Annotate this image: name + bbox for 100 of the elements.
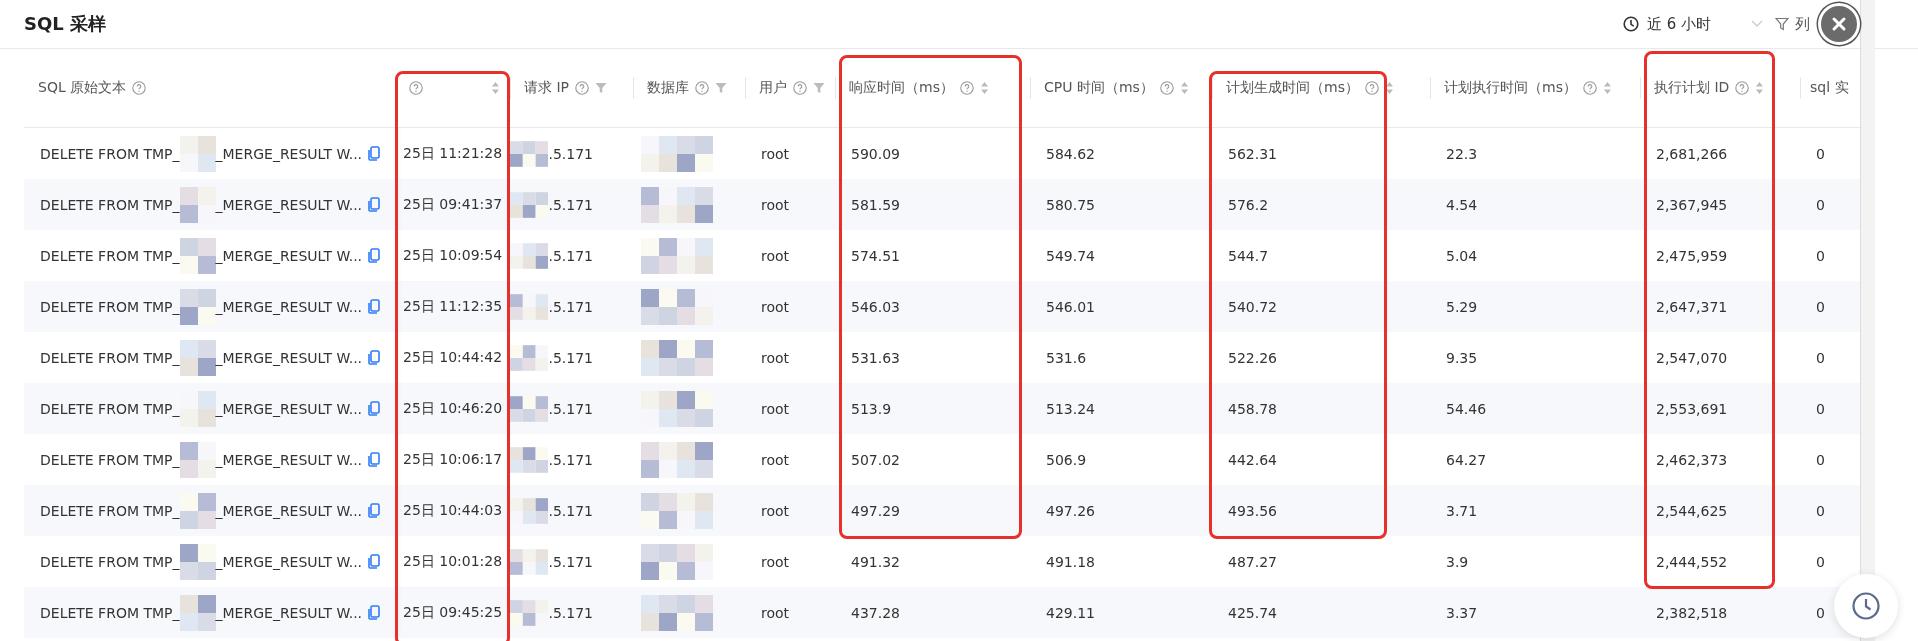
table-cell: root	[761, 451, 790, 468]
help-icon[interactable]	[959, 81, 974, 95]
sql-text: DELETE FROM TMP_	[40, 604, 180, 621]
table-cell: 0	[1816, 196, 1825, 213]
chevron-down-icon[interactable]	[1751, 20, 1763, 28]
redacted-block	[179, 135, 216, 172]
redacted-block	[179, 492, 216, 529]
table-cell: 576.2	[1228, 196, 1269, 213]
table-cell: root	[761, 247, 790, 264]
clock-icon	[1622, 16, 1639, 32]
table-cell: 581.59	[851, 196, 900, 213]
table-cell: .5.171	[548, 349, 593, 366]
table-cell: 491.18	[1046, 553, 1095, 570]
table-cell: 25日 10:44:03	[403, 501, 503, 520]
sql-text: _MERGE_RESULT W...	[215, 604, 363, 621]
table-cell: 2,681,266	[1656, 145, 1728, 162]
table-cell: 491.32	[851, 553, 900, 570]
close-button[interactable]	[1818, 3, 1860, 45]
table-cell: .5.171	[548, 196, 593, 213]
table-cell: 0	[1816, 604, 1825, 621]
table-cell: .5.171	[548, 298, 593, 315]
help-icon[interactable]	[409, 81, 423, 95]
table-cell: 2,475,959	[1656, 247, 1728, 264]
copy-icon[interactable]	[368, 503, 381, 518]
time-range-select[interactable]: 近 6 小时	[1646, 14, 1711, 34]
copy-icon[interactable]	[368, 452, 381, 467]
table-cell: 2,547,070	[1656, 349, 1728, 366]
column-settings-button[interactable]: 列	[1775, 14, 1810, 34]
table-cell: 493.56	[1228, 502, 1277, 519]
table-cell: .5.171	[548, 553, 593, 570]
table-cell: 580.75	[1046, 196, 1095, 213]
help-icon[interactable]	[1159, 81, 1174, 95]
sql-text: DELETE FROM TMP_	[40, 298, 180, 315]
redacted-block	[179, 288, 216, 325]
table-cell: 513.9	[851, 400, 892, 417]
table-cell: 584.62	[1046, 145, 1095, 162]
sql-text: _MERGE_RESULT W...	[215, 400, 363, 417]
copy-icon[interactable]	[368, 605, 381, 620]
copy-icon[interactable]	[368, 350, 381, 365]
redacted-block	[641, 441, 713, 478]
table-cell: 25日 09:45:25	[403, 603, 503, 622]
help-icon[interactable]	[1582, 81, 1597, 95]
column-header: 用户	[759, 79, 787, 97]
copy-icon[interactable]	[368, 146, 381, 161]
table-cell: 546.03	[851, 298, 900, 315]
sql-text: DELETE FROM TMP_	[40, 502, 180, 519]
redacted-block	[641, 339, 713, 376]
sql-text: _MERGE_RESULT W...	[215, 553, 363, 570]
table-cell: 25日 10:44:42	[403, 348, 503, 367]
panel-title: SQL 采样	[24, 12, 106, 36]
filter-icon[interactable]	[715, 82, 727, 94]
table-cell: 0	[1816, 349, 1825, 366]
filter-icon[interactable]	[595, 82, 608, 94]
copy-icon[interactable]	[368, 197, 381, 212]
table-cell: 458.78	[1228, 400, 1277, 417]
table-cell: 522.26	[1228, 349, 1277, 366]
table-cell: 442.64	[1228, 451, 1277, 468]
redacted-block	[641, 288, 713, 325]
table-cell: 2,553,691	[1656, 400, 1728, 417]
table-cell: 0	[1816, 400, 1825, 417]
table-cell: 487.27	[1228, 553, 1277, 570]
redacted-block	[641, 543, 713, 580]
table-cell: 507.02	[851, 451, 900, 468]
help-icon[interactable]	[1735, 81, 1750, 95]
scrollbar[interactable]	[1860, 0, 1875, 641]
sql-text: _MERGE_RESULT W...	[215, 451, 363, 468]
copy-icon[interactable]	[368, 299, 381, 314]
history-button[interactable]	[1834, 574, 1898, 638]
sort-icon[interactable]	[1602, 81, 1612, 95]
table-cell: 25日 10:46:20	[403, 399, 503, 418]
sort-icon[interactable]	[491, 81, 500, 95]
copy-icon[interactable]	[368, 248, 381, 263]
filter-icon[interactable]	[813, 82, 825, 94]
copy-icon[interactable]	[368, 401, 381, 416]
redacted-block	[179, 594, 216, 631]
help-icon[interactable]	[695, 81, 709, 95]
copy-icon[interactable]	[368, 554, 381, 569]
column-header: SQL 原始文本	[38, 79, 127, 97]
sort-icon[interactable]	[1179, 81, 1189, 95]
help-icon[interactable]	[575, 81, 590, 95]
sql-text: _MERGE_RESULT W...	[215, 145, 363, 162]
help-icon[interactable]	[1364, 81, 1379, 95]
sort-icon[interactable]	[979, 81, 989, 95]
table-cell: 3.9	[1446, 553, 1469, 570]
close-icon	[1831, 16, 1847, 32]
help-icon[interactable]	[793, 81, 807, 95]
sort-icon[interactable]	[1384, 81, 1394, 95]
table-cell: root	[761, 502, 790, 519]
table-cell: root	[761, 196, 790, 213]
table-cell: .5.171	[548, 502, 593, 519]
table-cell: 3.71	[1446, 502, 1478, 519]
redacted-block	[641, 237, 713, 274]
sort-icon[interactable]	[1755, 81, 1765, 95]
table-cell: 2,544,625	[1656, 502, 1728, 519]
table-cell: root	[761, 349, 790, 366]
sql-text: _MERGE_RESULT W...	[215, 298, 363, 315]
sql-text: DELETE FROM TMP_	[40, 349, 180, 366]
table-cell: 546.01	[1046, 298, 1095, 315]
help-icon[interactable]	[132, 81, 147, 95]
table-cell: 429.11	[1046, 604, 1095, 621]
